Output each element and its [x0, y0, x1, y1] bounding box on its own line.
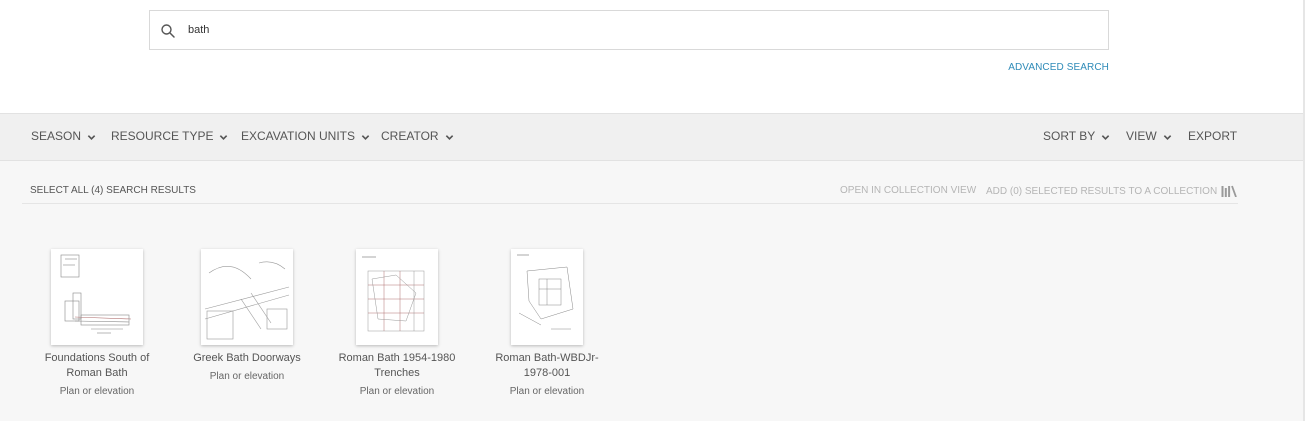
- result-title[interactable]: Greek Bath Doorways: [177, 351, 317, 366]
- filter-creator-label: CREATOR: [381, 129, 439, 143]
- result-type: Plan or elevation: [59, 386, 135, 397]
- result-thumbnail[interactable]: [201, 249, 293, 345]
- results-divider: [22, 203, 1238, 204]
- library-icon: [1221, 185, 1238, 197]
- add-to-collection-label: ADD (0) SELECTED RESULTS TO A COLLECTION: [986, 185, 1218, 197]
- view-button[interactable]: VIEW: [1126, 129, 1172, 143]
- result-title-line: Foundations South of: [44, 352, 150, 364]
- chevron-down-icon: [361, 135, 370, 140]
- results-area: SELECT ALL (4) SEARCH RESULTS OPEN IN CO…: [0, 161, 1303, 421]
- select-all-results[interactable]: SELECT ALL (4) SEARCH RESULTS: [30, 185, 196, 196]
- plan-drawing-image: [204, 261, 290, 340]
- chevron-down-icon: [87, 135, 96, 140]
- result-thumbnail[interactable]: [51, 249, 143, 345]
- result-title-line: Roman Bath 1954-1980: [338, 352, 456, 364]
- filter-resource-type-label: RESOURCE TYPE: [111, 129, 214, 143]
- sort-by-label: SORT BY: [1043, 129, 1096, 143]
- search-icon[interactable]: [160, 23, 176, 39]
- result-card[interactable]: Roman Bath-WBDJr- 1978-001 Plan or eleva…: [477, 249, 617, 397]
- result-type: Plan or elevation: [509, 386, 585, 397]
- export-label: EXPORT: [1188, 129, 1238, 143]
- filter-bar: SEASON RESOURCE TYPE EXCAVATION UNITS CR…: [0, 113, 1303, 161]
- result-title[interactable]: Foundations South of Roman Bath: [27, 351, 167, 381]
- result-title-line: Roman Bath-WBDJr-: [495, 352, 599, 364]
- export-button[interactable]: EXPORT: [1188, 129, 1237, 143]
- filter-excavation-units[interactable]: EXCAVATION UNITS: [241, 129, 370, 143]
- result-title-line: Trenches: [374, 367, 420, 379]
- chevron-down-icon: [220, 135, 228, 140]
- plan-drawing-image: [60, 254, 132, 334]
- chevron-down-icon: [1163, 135, 1171, 140]
- result-title-line: Roman Bath: [66, 367, 128, 379]
- open-collection-view-button[interactable]: OPEN IN COLLECTION VIEW: [840, 185, 976, 196]
- sort-by-button[interactable]: SORT BY: [1043, 129, 1110, 143]
- filter-resource-type[interactable]: RESOURCE TYPE: [111, 129, 228, 143]
- result-title[interactable]: Roman Bath 1954-1980 Trenches: [327, 351, 467, 381]
- result-thumbnail[interactable]: [356, 249, 438, 345]
- chevron-down-icon: [1102, 135, 1110, 140]
- result-card[interactable]: Foundations South of Roman Bath Plan or …: [27, 249, 167, 397]
- result-thumbnail[interactable]: [511, 249, 583, 345]
- result-type: Plan or elevation: [359, 386, 435, 397]
- result-title[interactable]: Roman Bath-WBDJr- 1978-001: [477, 351, 617, 381]
- plan-drawing-image: [517, 254, 574, 330]
- filter-excavation-units-label: EXCAVATION UNITS: [241, 129, 356, 143]
- add-to-collection-button[interactable]: ADD (0) SELECTED RESULTS TO A COLLECTION: [986, 185, 1238, 197]
- search-input[interactable]: [188, 19, 1088, 41]
- filter-creator[interactable]: CREATOR: [381, 129, 454, 143]
- result-title-line: 1978-001: [523, 367, 571, 379]
- plan-drawing-image: [362, 256, 425, 332]
- result-card[interactable]: Roman Bath 1954-1980 Trenches Plan or el…: [327, 249, 467, 397]
- search-box[interactable]: [149, 10, 1109, 50]
- result-type: Plan or elevation: [209, 371, 285, 382]
- result-card[interactable]: Greek Bath Doorways Plan or elevation: [177, 249, 317, 382]
- filter-season-label: SEASON: [31, 129, 82, 143]
- advanced-search-link[interactable]: ADVANCED SEARCH: [1008, 62, 1109, 73]
- filter-season[interactable]: SEASON: [31, 129, 96, 143]
- result-title-line: Greek Bath Doorways: [193, 352, 301, 364]
- chevron-down-icon: [445, 135, 453, 140]
- view-label: VIEW: [1126, 129, 1157, 143]
